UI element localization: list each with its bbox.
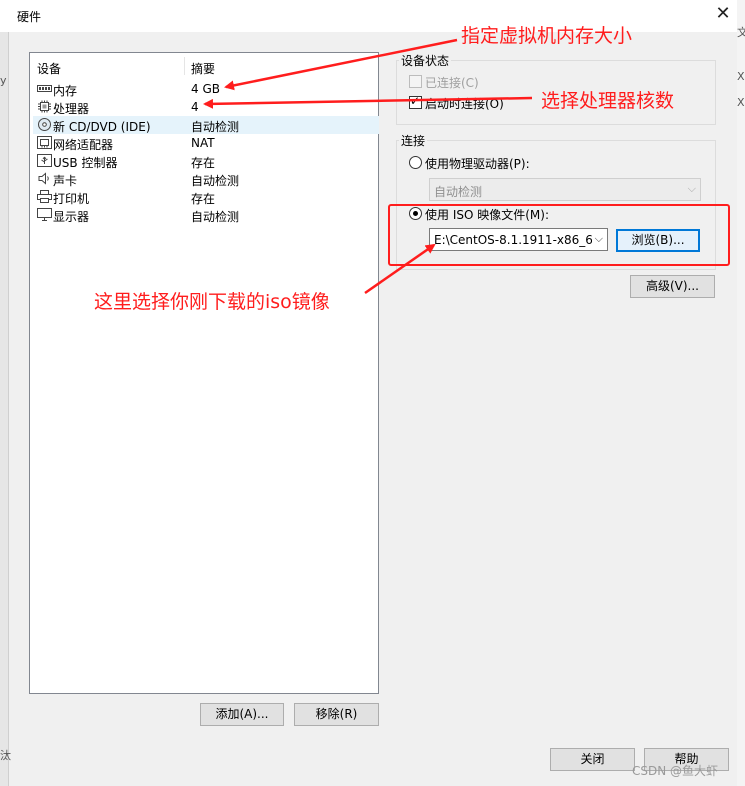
iso-highlight-box [388, 204, 730, 266]
physical-drive-radio[interactable] [409, 156, 422, 169]
device-name: 新 CD/DVD (IDE) [53, 120, 151, 134]
add-button[interactable]: 添加(A)... [200, 703, 284, 726]
device-name: 网络适配器 [53, 138, 114, 152]
connection-legend: 连接 [401, 134, 426, 148]
device-summary: 4 GB [191, 82, 220, 96]
connected-checkbox[interactable] [409, 75, 422, 88]
edge-text-right-lower: X [737, 96, 745, 109]
device-name: 处理器 [53, 102, 90, 116]
physical-drive-value: 自动检测 [434, 185, 483, 199]
list-item-memory[interactable]: 内存 4 GB [33, 80, 379, 98]
device-name: USB 控制器 [53, 156, 118, 170]
device-name: 打印机 [53, 192, 90, 206]
edge-text-left-top: y [0, 74, 7, 87]
list-item-network-adapter[interactable]: 网络适配器 NAT [33, 134, 379, 152]
device-name: 声卡 [53, 174, 78, 188]
connected-label: 已连接(C) [425, 76, 479, 90]
list-item-display[interactable]: 显示器 自动检测 [33, 206, 379, 224]
list-item-printer[interactable]: 打印机 存在 [33, 188, 379, 206]
close-icon[interactable]: ✕ [712, 4, 734, 26]
edge-text-left-bottom: 汰 [0, 749, 11, 762]
processor-annotation: 选择处理器核数 [541, 90, 675, 112]
list-item-processor[interactable]: 处理器 4 [33, 98, 379, 116]
edge-text-right-top: 文 [737, 26, 745, 39]
window-title: 硬件 [17, 10, 42, 24]
list-item-sound-card[interactable]: 声卡 自动检测 [33, 170, 379, 188]
column-header-summary[interactable]: 摘要 [191, 60, 215, 77]
processor-icon [38, 100, 51, 113]
device-summary: 自动检测 [191, 120, 240, 134]
device-summary: 4 [191, 100, 199, 114]
advanced-button[interactable]: 高级(V)... [630, 275, 715, 298]
device-summary: 存在 [191, 192, 216, 206]
list-item-cd-dvd[interactable]: 新 CD/DVD (IDE) 自动检测 [33, 116, 379, 134]
device-summary: NAT [191, 136, 215, 150]
sound-card-icon [38, 172, 49, 185]
network-adapter-icon [37, 136, 52, 149]
device-list[interactable]: 设备 摘要 内存 4 GB 处理器 4 新 CD/DVD (IDE) 自动检测 … [29, 52, 379, 694]
device-status-legend: 设备状态 [401, 54, 450, 68]
iso-annotation: 这里选择你刚下载的iso镜像 [94, 291, 330, 313]
physical-drive-select[interactable]: 自动检测 ⌵ [429, 178, 701, 201]
column-divider [184, 57, 185, 75]
chevron-down-icon: ⌵ [687, 182, 696, 195]
background-window-edge-left: y 汰 [0, 32, 11, 786]
connect-at-power-on-checkbox[interactable]: ✓ [409, 94, 422, 109]
remove-button[interactable]: 移除(R) [294, 703, 379, 726]
physical-drive-label: 使用物理驱动器(P): [425, 157, 530, 171]
device-summary: 存在 [191, 156, 216, 170]
printer-icon [37, 190, 52, 203]
memory-icon [37, 85, 52, 92]
cd-dvd-icon [38, 118, 51, 131]
memory-annotation: 指定虚拟机内存大小 [461, 25, 633, 47]
device-name: 内存 [53, 84, 78, 98]
column-header-device[interactable]: 设备 [37, 60, 61, 77]
title-bar: 硬件 ✕ [0, 0, 745, 32]
display-icon [37, 208, 52, 221]
connect-at-power-on-label: 启动时连接(O) [425, 97, 504, 111]
device-name: 显示器 [53, 210, 90, 224]
background-window-edge-right: 文 X X [737, 0, 745, 786]
device-summary: 自动检测 [191, 210, 240, 224]
checkmark-icon: ✓ [410, 94, 421, 108]
device-summary: 自动检测 [191, 174, 240, 188]
usb-icon [37, 154, 52, 167]
edge-text-right-mid: X [737, 70, 745, 83]
watermark: CSDN @鱼大虾 [632, 764, 719, 778]
close-button[interactable]: 关闭 [550, 748, 635, 771]
list-item-usb[interactable]: USB 控制器 存在 [33, 152, 379, 170]
